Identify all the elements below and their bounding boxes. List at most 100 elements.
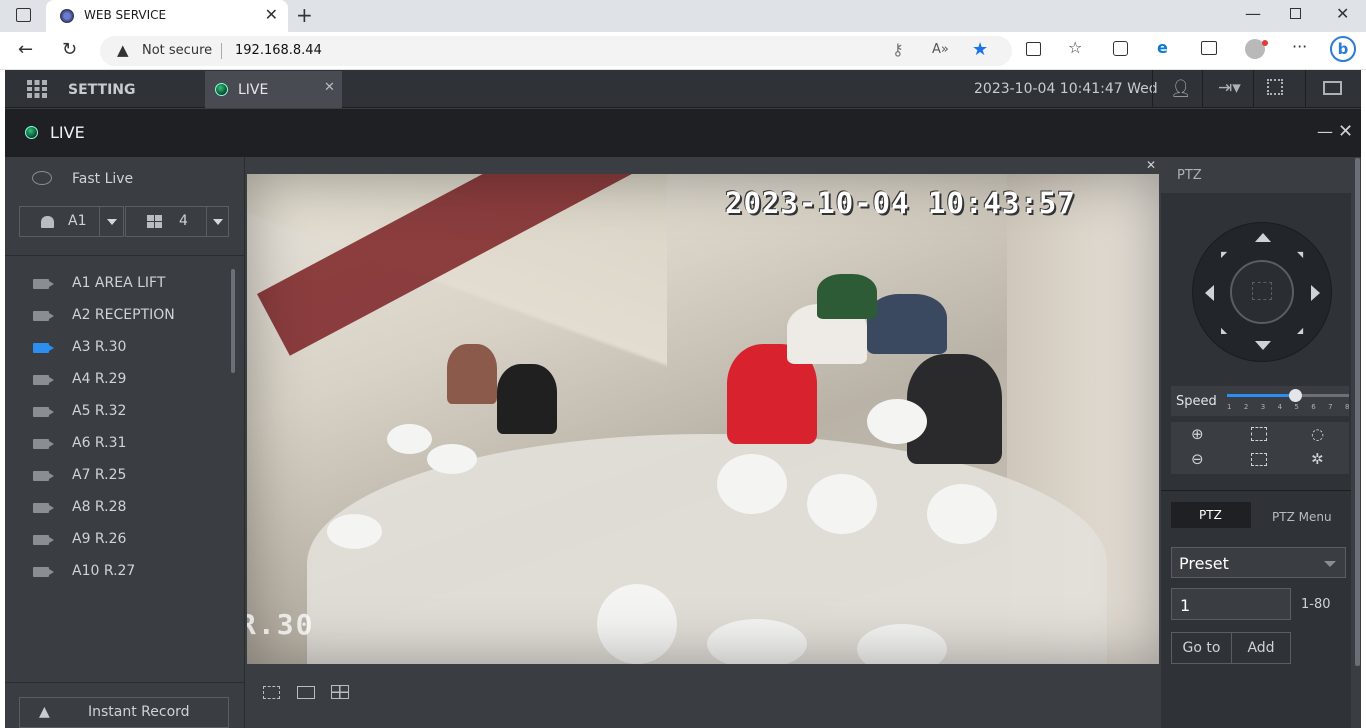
- key-icon[interactable]: ⚷: [892, 42, 904, 58]
- security-label[interactable]: Not secure: [142, 43, 212, 58]
- url-text[interactable]: 192.168.8.44: [235, 43, 322, 58]
- camera-icon: [33, 375, 54, 385]
- display-icon[interactable]: [1323, 81, 1342, 95]
- close-video-icon[interactable]: ✕: [1146, 158, 1156, 172]
- live-tab-close-icon[interactable]: ✕: [324, 80, 335, 95]
- instant-record-button[interactable]: ▲ Instant Record: [19, 697, 229, 728]
- ptz-scrollbar[interactable]: [1355, 158, 1360, 666]
- close-panel-icon[interactable]: ✕: [1338, 121, 1353, 142]
- device-panel: Fast Live A1 4 A1 AREA LIFT A2 RECEPTION A…: [5, 157, 245, 728]
- single-view-icon[interactable]: [297, 686, 315, 699]
- ptz-center-button[interactable]: [1230, 260, 1294, 324]
- zoom-in-icon[interactable]: ⊕: [1191, 425, 1204, 443]
- add-label: Add: [1247, 640, 1275, 656]
- live-video-feed[interactable]: 2023-10-04 10:43:57 R.30: [247, 174, 1159, 664]
- close-window-icon[interactable]: ✕: [1336, 6, 1349, 22]
- camera-list-item[interactable]: A10 R.27: [5, 556, 230, 588]
- address-bar[interactable]: ▲ Not secure 192.168.8.44 ⚷ A» ★: [100, 36, 1012, 66]
- minimize-panel-icon[interactable]: —: [1317, 122, 1333, 141]
- fast-live-label[interactable]: Fast Live: [72, 171, 133, 187]
- restore-window-icon[interactable]: [1290, 8, 1301, 19]
- screenshot-icon[interactable]: [1201, 41, 1217, 55]
- split-grid-icon: [147, 215, 162, 228]
- iris-open-icon[interactable]: ◌: [1311, 425, 1324, 443]
- camera-list-scrollbar[interactable]: [231, 269, 235, 373]
- video-top-strip: [247, 158, 1159, 174]
- new-tab-icon[interactable]: +: [296, 5, 313, 25]
- tab-actions-icon[interactable]: [16, 8, 31, 22]
- camera-list-item[interactable]: A1 AREA LIFT: [5, 268, 230, 300]
- ptz-up-icon[interactable]: [1255, 233, 1271, 242]
- fast-live-icon[interactable]: [32, 171, 52, 185]
- speed-tick-label: 8: [1345, 403, 1350, 411]
- chevron-down-icon: [107, 219, 117, 225]
- channel-select[interactable]: A1: [19, 206, 124, 237]
- ptz-downleft-icon[interactable]: ◣: [1221, 326, 1227, 335]
- ptz-upleft-icon[interactable]: ◤: [1221, 250, 1227, 259]
- dome-camera-icon: [41, 216, 54, 228]
- read-aloud-icon[interactable]: A»: [932, 43, 949, 56]
- favorites-icon[interactable]: ☆: [1068, 40, 1082, 56]
- browser-tab[interactable]: WEB SERVICE ✕: [46, 0, 288, 32]
- camera-list-item[interactable]: A8 R.28: [5, 492, 230, 524]
- camera-list-item[interactable]: A2 RECEPTION: [5, 300, 230, 332]
- nav-divider: [1152, 70, 1153, 108]
- camera-icon: [33, 471, 54, 481]
- more-options-icon[interactable]: ···: [1292, 39, 1307, 55]
- favorite-star-icon[interactable]: ★: [972, 41, 988, 59]
- ptz-downright-icon[interactable]: ◢: [1297, 326, 1303, 335]
- zoom-out-icon[interactable]: ⊖: [1191, 450, 1204, 468]
- camera-label: A9 R.26: [72, 531, 127, 547]
- ptz-upright-icon[interactable]: ◥: [1297, 250, 1303, 259]
- video-dark-fringe: [247, 174, 1159, 664]
- panel-divider: [5, 255, 245, 256]
- back-icon[interactable]: ←: [18, 41, 33, 59]
- user-icon[interactable]: 👤︎: [1170, 79, 1192, 99]
- edge-extension-icon[interactable]: e: [1157, 40, 1168, 56]
- camera-list-item[interactable]: A7 R.25: [5, 460, 230, 492]
- goto-preset-button[interactable]: Go to: [1171, 632, 1232, 664]
- ptz-down-icon[interactable]: [1255, 341, 1271, 350]
- ptz-left-icon[interactable]: [1205, 285, 1214, 301]
- quad-view-icon[interactable]: [331, 685, 349, 699]
- bing-chat-icon[interactable]: b: [1330, 36, 1356, 62]
- ptz-3d-zoom-icon: [1252, 282, 1272, 300]
- camera-list-item[interactable]: A9 R.26: [5, 524, 230, 556]
- ptz-right-icon[interactable]: [1311, 285, 1320, 301]
- focus-far-icon[interactable]: [1251, 453, 1267, 466]
- setting-nav-item[interactable]: SETTING: [68, 82, 135, 98]
- profile-notification-dot: [1262, 40, 1268, 46]
- camera-list-item[interactable]: A4 R.29: [5, 364, 230, 396]
- camera-list-item[interactable]: A5 R.32: [5, 396, 230, 428]
- camera-list: A1 AREA LIFT A2 RECEPTION A3 R.30 A4 R.29 A5…: [5, 268, 235, 598]
- nav-divider: [1305, 70, 1306, 108]
- split-select[interactable]: 4: [125, 206, 229, 237]
- qr-code-icon[interactable]: [1267, 79, 1283, 95]
- speed-tick-label: 1: [1227, 403, 1232, 411]
- minimize-window-icon[interactable]: —: [1245, 6, 1261, 22]
- add-preset-button[interactable]: Add: [1231, 632, 1291, 664]
- camera-label: A7 R.25: [72, 467, 127, 483]
- logout-icon[interactable]: ⇥▾: [1218, 78, 1241, 98]
- grid-menu-icon[interactable]: [27, 80, 47, 98]
- grid-menu-icon-mask2: [27, 91, 47, 93]
- warning-icon[interactable]: ▲: [117, 43, 129, 58]
- preset-select[interactable]: Preset: [1171, 547, 1346, 578]
- top-navigation: SETTING LIVE ✕ 2023-10-04 10:41:47 Wed 👤…: [5, 70, 1361, 108]
- tab-ptz-menu[interactable]: PTZ Menu: [1272, 510, 1332, 524]
- preset-number-input[interactable]: 1: [1171, 588, 1291, 620]
- speed-tick-label: 5: [1294, 403, 1299, 411]
- ptz-tab-active[interactable]: PTZ: [1171, 502, 1251, 528]
- camera-list-item[interactable]: A6 R.31: [5, 428, 230, 460]
- refresh-icon[interactable]: ↻: [62, 41, 77, 59]
- collections-icon[interactable]: [1113, 41, 1128, 56]
- speed-slider-thumb[interactable]: [1289, 389, 1303, 402]
- focus-near-icon[interactable]: [1251, 427, 1267, 441]
- ptz-direction-pad[interactable]: ◤ ◥ ◣ ◢: [1192, 222, 1332, 362]
- live-tab[interactable]: LIVE ✕: [205, 71, 342, 108]
- split-screen-icon[interactable]: [1026, 42, 1041, 56]
- fullscreen-icon[interactable]: [263, 686, 280, 699]
- camera-list-item[interactable]: A3 R.30: [5, 332, 230, 364]
- iris-close-icon[interactable]: ✲: [1311, 450, 1324, 468]
- tab-close-icon[interactable]: ✕: [265, 5, 278, 24]
